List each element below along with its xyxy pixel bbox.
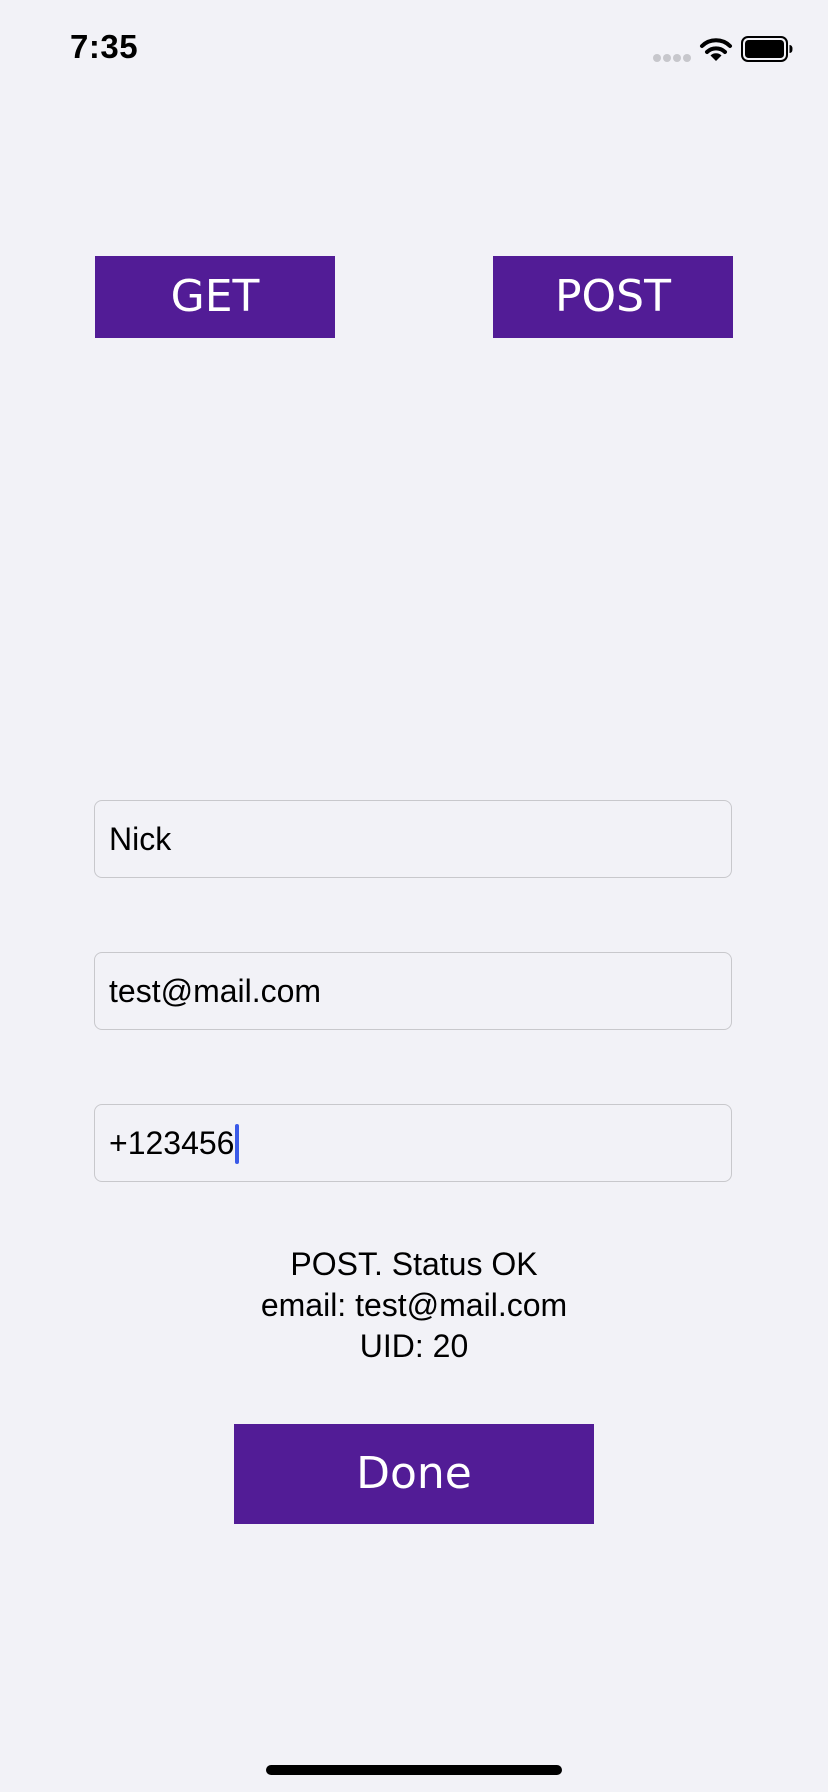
response-uid-line: UID: 20 <box>359 1328 469 1364</box>
post-button[interactable]: POST <box>493 256 733 338</box>
status-bar: 7:35 <box>0 0 828 100</box>
done-button[interactable]: Done <box>234 1424 594 1524</box>
name-field-value: Nick <box>109 821 172 857</box>
name-field[interactable]: Nick <box>94 800 732 878</box>
battery-icon <box>741 36 793 62</box>
status-time: 7:35 <box>70 28 139 65</box>
email-field-value: test@mail.com <box>109 973 322 1009</box>
response-status-line: POST. Status OK <box>290 1246 538 1282</box>
wifi-icon <box>700 38 732 61</box>
text-cursor <box>235 1123 240 1164</box>
signal-icon <box>653 54 691 62</box>
home-indicator[interactable] <box>266 1765 562 1775</box>
response-email-line: email: test@mail.com <box>260 1287 568 1323</box>
response-status: POST. Status OK email: test@mail.com UID… <box>0 1244 828 1367</box>
phone-field[interactable]: +123456 <box>94 1104 732 1182</box>
email-field[interactable]: test@mail.com <box>94 952 732 1030</box>
get-button[interactable]: GET <box>95 256 335 338</box>
phone-field-value: +123456 <box>109 1125 235 1161</box>
